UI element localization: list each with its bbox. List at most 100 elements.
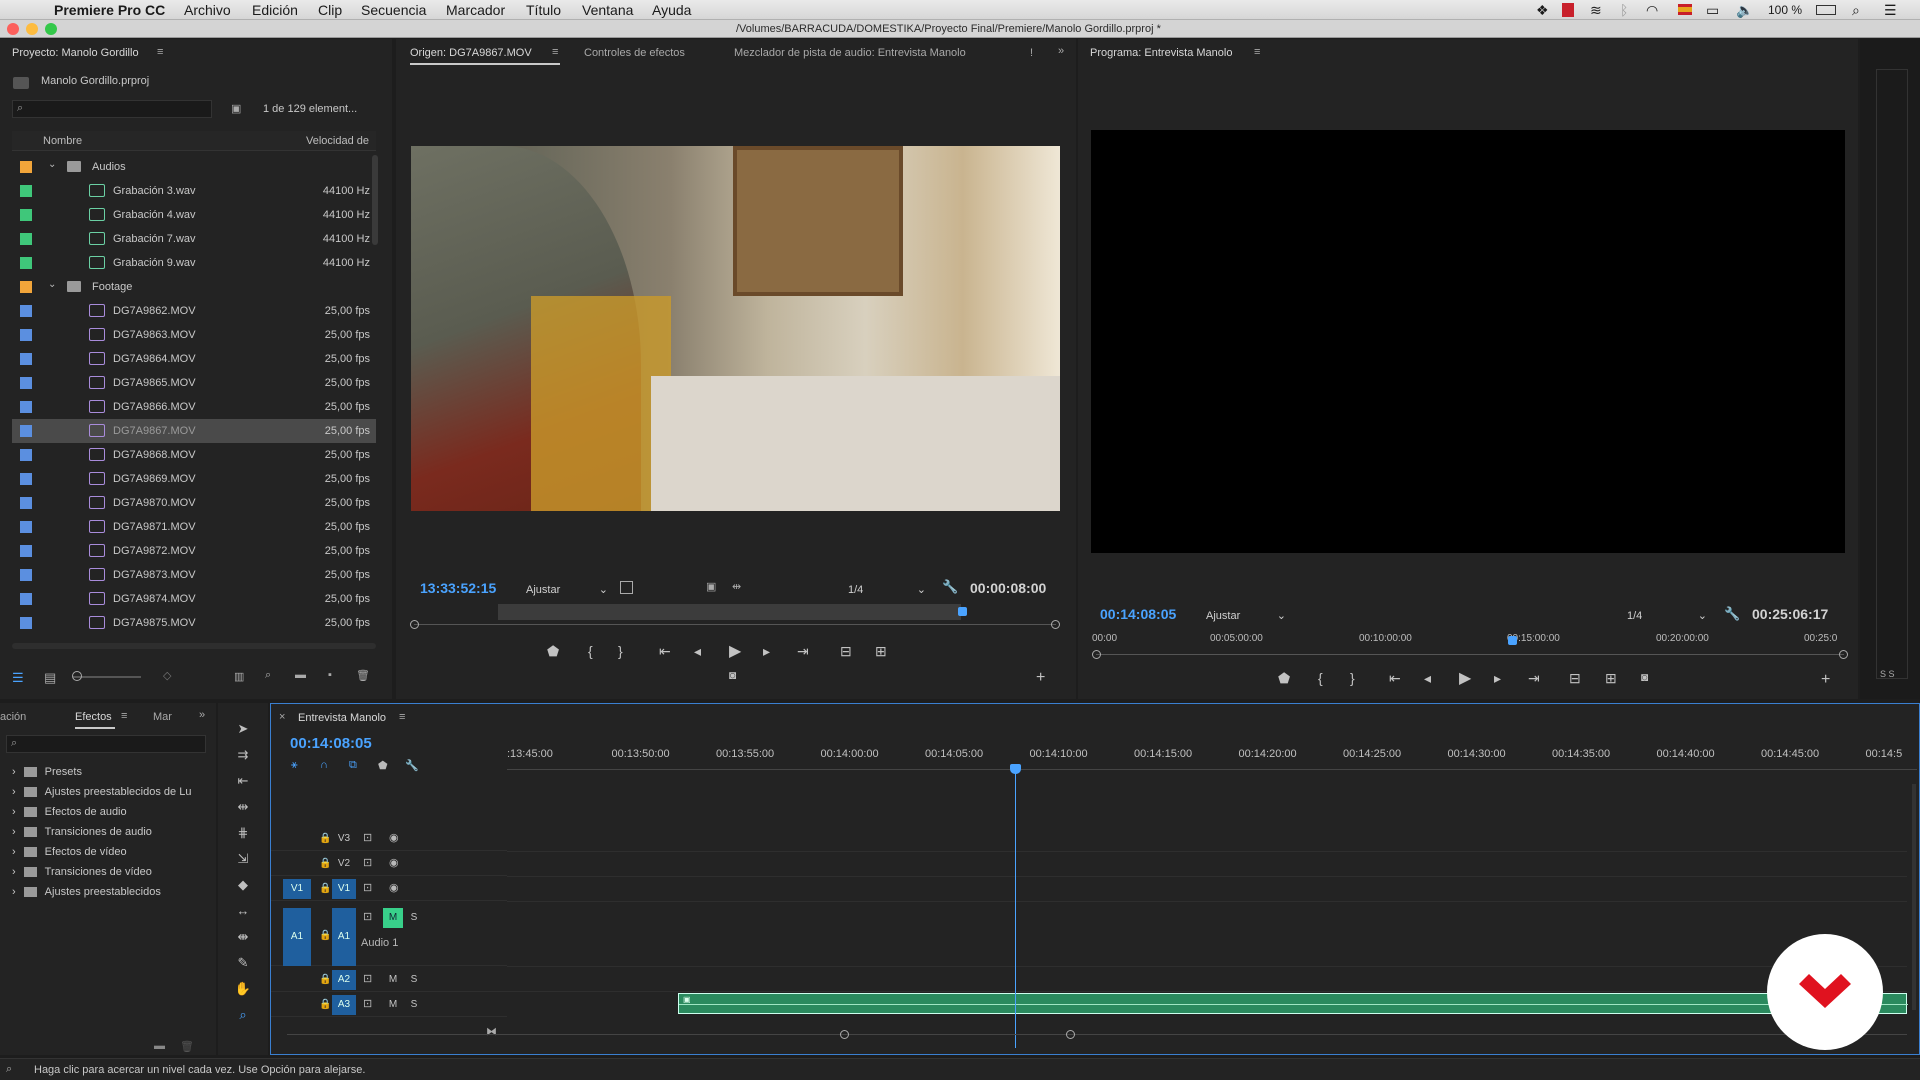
track-label-a2[interactable]: A2 [332, 970, 356, 990]
lock-icon[interactable]: 🔒 [319, 833, 331, 844]
program-zoom-bar[interactable] [1096, 654, 1844, 655]
label-color-swatch[interactable] [20, 281, 32, 293]
dropbox-icon[interactable]: ❖ [1536, 1, 1549, 19]
source-zoom-bar[interactable] [414, 624, 1056, 625]
expand-tracks-icon[interactable]: ⧓ [486, 1025, 497, 1038]
trash-icon[interactable]: 🗑 [356, 669, 370, 682]
solo-left-icon[interactable]: S S [1880, 669, 1895, 679]
project-scrollbar[interactable] [372, 155, 378, 245]
tab-program[interactable]: Programa: Entrevista Manolo [1090, 47, 1232, 59]
source-in-out-range[interactable] [498, 604, 961, 620]
effects-list-item[interactable]: › Ajustes preestablecidos [12, 886, 161, 898]
trash-icon[interactable]: 🗑 [180, 1040, 194, 1053]
find-icon[interactable]: ⌕ [265, 669, 271, 682]
play-icon[interactable]: ▶ [729, 641, 741, 661]
minimize-window-icon[interactable] [26, 23, 38, 35]
add-marker-icon[interactable]: ⬟ [547, 643, 559, 660]
language-flag-icon[interactable] [1678, 4, 1692, 15]
project-list-item[interactable]: DG7A9872.MOV 25,00 fps [12, 539, 376, 563]
sync-lock-icon[interactable]: ⊡ [363, 856, 372, 869]
label-color-swatch[interactable] [20, 617, 32, 629]
zoom-slider-handle[interactable] [72, 671, 82, 681]
zoom-window-icon[interactable] [45, 23, 57, 35]
slip-tool-icon[interactable]: ↔ [233, 903, 253, 921]
slide-tool-icon[interactable]: ⇼ [233, 929, 253, 947]
zoom-slider[interactable] [73, 676, 141, 678]
project-list-item[interactable]: DG7A9875.MOV 25,00 fps [12, 611, 376, 635]
effects-list-item[interactable]: › Transiciones de vídeo [12, 866, 152, 878]
project-list-item[interactable]: DG7A9864.MOV 25,00 fps [12, 347, 376, 371]
overwrite-icon[interactable]: ⊞ [875, 643, 887, 660]
battery-icon[interactable] [1816, 5, 1836, 15]
go-to-in-icon[interactable]: ⇤ [1389, 670, 1401, 687]
chevron-right-icon[interactable]: › [12, 826, 16, 838]
zoom-bar-handle-left[interactable] [1092, 650, 1101, 659]
eye-icon[interactable]: ◉ [389, 881, 399, 894]
insert-icon[interactable]: ⊟ [840, 643, 852, 660]
zoom-bar-handle-left[interactable] [840, 1030, 849, 1039]
timeline-timecode[interactable]: 00:14:08:05 [290, 735, 372, 752]
label-color-swatch[interactable] [20, 329, 32, 341]
list-view-icon[interactable]: ☰ [12, 670, 24, 686]
close-window-icon[interactable] [7, 23, 19, 35]
mark-in-icon[interactable]: { [588, 643, 593, 659]
icon-view-icon[interactable]: ▤ [44, 670, 56, 686]
label-color-swatch[interactable] [20, 209, 32, 221]
project-list-item[interactable]: DG7A9863.MOV 25,00 fps [12, 323, 376, 347]
effects-list-item[interactable]: › Efectos de vídeo [12, 846, 127, 858]
step-forward-icon[interactable]: ▸ [1494, 670, 1501, 687]
track-select-tool-icon[interactable]: ⇉ [233, 747, 253, 765]
stack-icon[interactable]: ≋ [1590, 1, 1602, 19]
snap-icon[interactable]: ∩ [320, 759, 328, 771]
mark-out-icon[interactable]: } [1350, 670, 1355, 686]
label-color-swatch[interactable] [20, 257, 32, 269]
lock-icon[interactable]: 🔒 [319, 858, 331, 869]
step-back-icon[interactable]: ◂ [1424, 670, 1431, 687]
eye-icon[interactable]: ◉ [389, 856, 399, 869]
sync-lock-icon[interactable]: ⊡ [363, 910, 372, 923]
project-list-item[interactable]: ⌄ Audios [12, 155, 376, 179]
zoom-bar-handle-right[interactable] [1839, 650, 1848, 659]
label-color-swatch[interactable] [20, 569, 32, 581]
ripple-edit-tool-icon[interactable]: ⇤ [233, 773, 253, 791]
menu-ventana[interactable]: Ventana [582, 1, 633, 19]
tab-audio-mixer[interactable]: Mezclador de pista de audio: Entrevista … [734, 47, 966, 59]
nest-icon[interactable]: ⚹ [291, 759, 298, 772]
sort-icon[interactable]: ◇ [163, 669, 171, 682]
linked-selection-icon[interactable]: ⧉ [349, 759, 357, 772]
effects-list-item[interactable]: › Efectos de audio [12, 806, 127, 818]
effects-list-item[interactable]: › Presets [12, 766, 82, 778]
program-ruler[interactable]: 00:00 00:05:00:00 00:10:00:00 00:15:00:00 00… [1092, 629, 1852, 649]
mute-a1-button[interactable]: M [383, 908, 403, 928]
sync-lock-icon[interactable]: ⊡ [363, 881, 372, 894]
zoom-bar-handle-right[interactable] [1051, 620, 1060, 629]
add-marker-icon[interactable]: ⬟ [1278, 670, 1290, 687]
step-back-icon[interactable]: ◂ [694, 643, 701, 660]
lock-icon[interactable]: 🔒 [319, 999, 331, 1010]
add-marker-icon[interactable]: ⬟ [378, 759, 388, 772]
label-color-swatch[interactable] [20, 185, 32, 197]
project-list-item[interactable]: DG7A9873.MOV 25,00 fps [12, 563, 376, 587]
effects-menu-icon[interactable]: ≡ [121, 710, 127, 722]
label-color-swatch[interactable] [20, 449, 32, 461]
sequence-menu-icon[interactable]: ≡ [399, 711, 405, 723]
menu-secuencia[interactable]: Secuencia [361, 1, 426, 19]
lock-icon[interactable]: 🔒 [319, 930, 331, 941]
go-to-out-icon[interactable]: ⇥ [797, 643, 809, 660]
drag-video-icon[interactable]: ⇹ [732, 580, 741, 593]
effects-list-item[interactable]: › Ajustes preestablecidos de Lu [12, 786, 191, 798]
zoom-bar-handle-left[interactable] [410, 620, 419, 629]
automate-icon[interactable]: ▥ [234, 670, 244, 683]
project-search-input[interactable]: ⌕ [12, 100, 212, 118]
source-playhead[interactable] [958, 607, 967, 616]
rate-stretch-tool-icon[interactable]: ⋕ [233, 825, 253, 843]
track-label-v3[interactable]: V3 [332, 829, 356, 849]
column-name[interactable]: Nombre [43, 135, 82, 147]
label-color-swatch[interactable] [20, 545, 32, 557]
play-icon[interactable]: ▶ [1459, 668, 1471, 688]
volume-icon[interactable]: 🔈 [1736, 1, 1753, 19]
program-playhead[interactable] [1508, 636, 1517, 645]
chevron-down-icon[interactable]: ⌄ [48, 159, 56, 170]
new-item-icon[interactable]: ▪ [328, 669, 332, 681]
source-timecode[interactable]: 13:33:52:15 [420, 580, 496, 596]
